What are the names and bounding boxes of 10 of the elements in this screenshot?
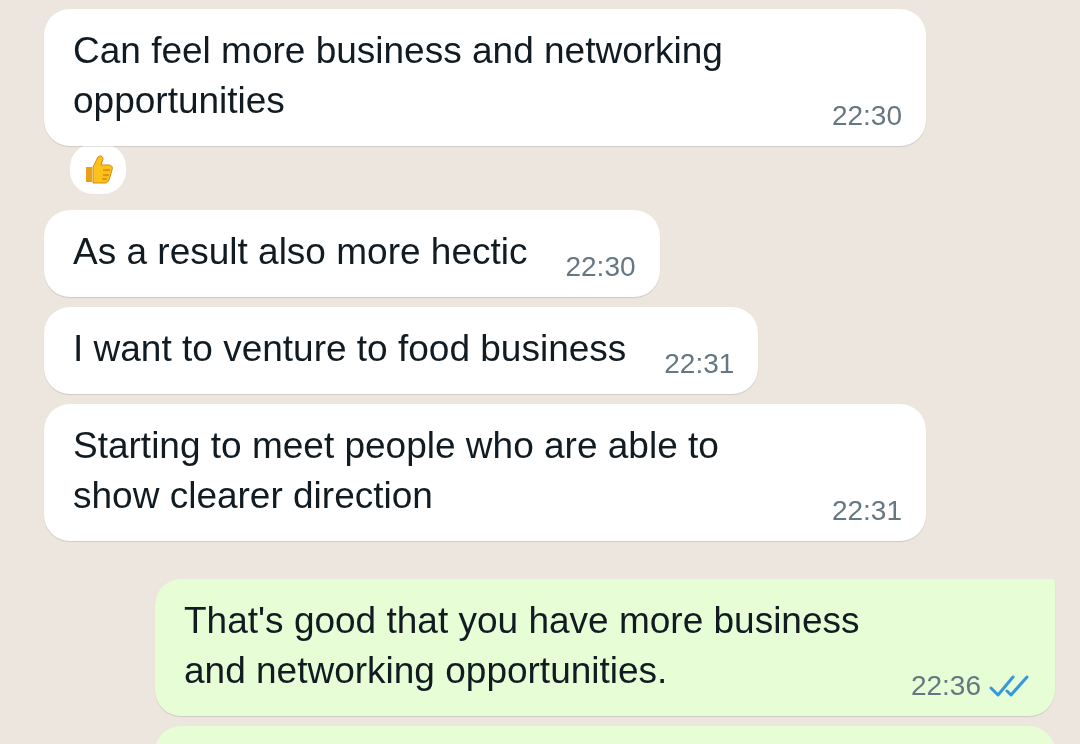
message-time: 22:36 xyxy=(910,670,981,702)
message-time: 22:30 xyxy=(565,251,636,283)
message-text: That's good that you have more business and networking opportunities. xyxy=(184,599,861,693)
message-text: Can feel more business and networking opportunities xyxy=(73,29,724,123)
message-text: Starting to meet people who are able to show clearer direction xyxy=(73,424,720,518)
message-time: 22:31 xyxy=(664,348,735,380)
message-text: As a result also more hectic xyxy=(73,230,528,274)
message-time: 22:30 xyxy=(831,100,902,132)
message-time: 22:31 xyxy=(831,495,902,527)
message-text: I want to venture to food business xyxy=(73,327,627,371)
